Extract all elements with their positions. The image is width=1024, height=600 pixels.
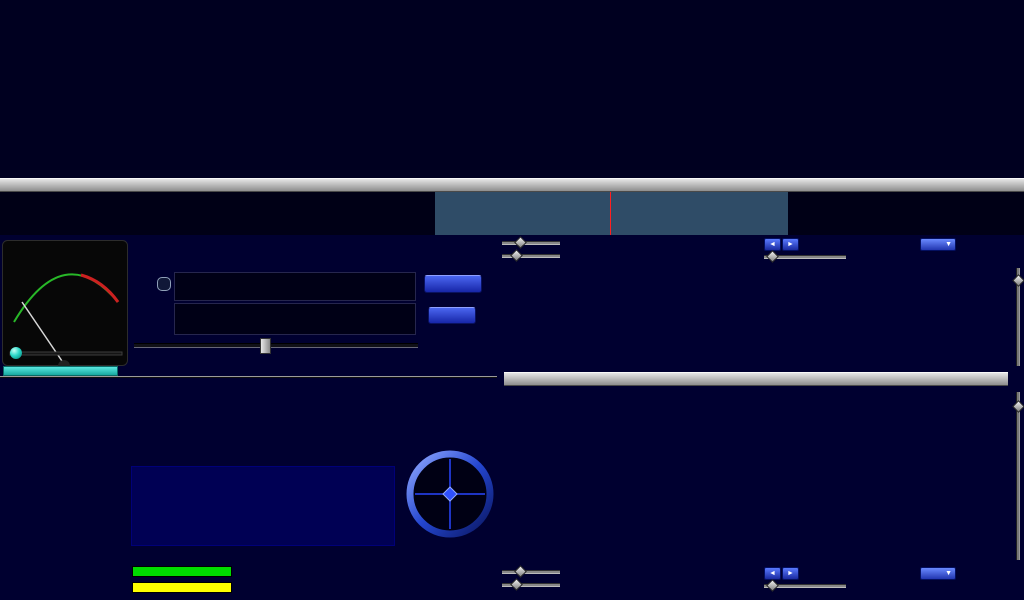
audio-display-column: ◄ ► ▼ <box>498 235 1024 600</box>
lo-a-button[interactable] <box>157 277 171 291</box>
level-bar <box>3 366 118 376</box>
phase-dial <box>404 448 496 540</box>
waterfall-lower-level-slider[interactable] <box>502 250 560 260</box>
lo-frequency-display[interactable] <box>174 272 416 301</box>
slider-track <box>1016 392 1020 560</box>
band-scroll-control: ◄ ► <box>764 567 799 580</box>
rf-spectrum-trace <box>0 192 1024 235</box>
dsp-panel <box>131 466 395 546</box>
volume-slider-thumb[interactable] <box>260 338 271 354</box>
panel-separator <box>0 376 497 378</box>
slider-thumb[interactable] <box>766 250 779 263</box>
zoom-slider[interactable] <box>764 580 846 590</box>
slider-thumb[interactable] <box>514 236 527 249</box>
rf-frequency-scale[interactable] <box>0 178 1024 192</box>
waterfall-upper-level-slider[interactable] <box>502 566 560 576</box>
band-scroll-control: ◄ ► <box>764 238 799 251</box>
volume-slider-track <box>134 343 418 348</box>
tune-marker-line <box>610 192 611 235</box>
scroll-right-button[interactable]: ► <box>782 238 799 251</box>
slider-thumb[interactable] <box>514 565 527 578</box>
s-meter <box>2 240 128 366</box>
cpu-hdsdr-bar <box>132 566 232 577</box>
hdsdr-window: ◄ ► ▼ <box>0 0 1024 600</box>
volume-slider[interactable] <box>134 338 418 352</box>
display-controls-top: ◄ ► ▼ <box>498 237 1024 264</box>
slider-thumb[interactable] <box>1012 274 1024 287</box>
slider-thumb[interactable] <box>1012 400 1024 413</box>
audio-frequency-scale[interactable] <box>504 372 1008 386</box>
avg-select[interactable]: ▼ <box>920 567 956 580</box>
slider-thumb[interactable] <box>766 579 779 592</box>
rf-waterfall[interactable] <box>0 0 1024 178</box>
slider-track <box>502 241 560 245</box>
waterfall-upper-level-slider[interactable] <box>502 237 560 247</box>
waterfall-lower-level-slider[interactable] <box>502 579 560 589</box>
scroll-left-button[interactable]: ◄ <box>764 567 781 580</box>
avg-select[interactable]: ▼ <box>920 238 956 251</box>
scroll-left-button[interactable]: ◄ <box>764 238 781 251</box>
display-controls-bottom: ◄ ► ▼ <box>498 566 1024 593</box>
cpu-total-bar <box>132 582 232 593</box>
scroll-right-button[interactable]: ► <box>782 567 799 580</box>
waterfall-contrast-slider[interactable] <box>1013 268 1022 366</box>
slider-thumb[interactable] <box>510 578 523 591</box>
audio-spectrum-db-labels <box>504 388 544 564</box>
chevron-down-icon: ▼ <box>945 241 952 248</box>
audio-spectrum[interactable] <box>504 388 1008 564</box>
rf-spectrum[interactable] <box>0 192 1024 235</box>
extio-button[interactable] <box>428 307 476 324</box>
audio-waterfall[interactable] <box>504 264 1008 372</box>
freqmgr-button[interactable] <box>424 275 482 293</box>
slider-thumb[interactable] <box>510 249 523 262</box>
chevron-down-icon: ▼ <box>945 570 952 577</box>
tune-frequency-display[interactable] <box>174 303 416 335</box>
s-meter-face <box>3 241 128 366</box>
control-panel: ◄ ► ▼ <box>0 235 1024 600</box>
spectrum-range-slider[interactable] <box>1013 392 1022 560</box>
zoom-slider[interactable] <box>764 251 846 261</box>
slider-track <box>502 570 560 574</box>
squelch-thumb[interactable] <box>10 347 22 359</box>
squelch-track[interactable] <box>10 352 122 355</box>
